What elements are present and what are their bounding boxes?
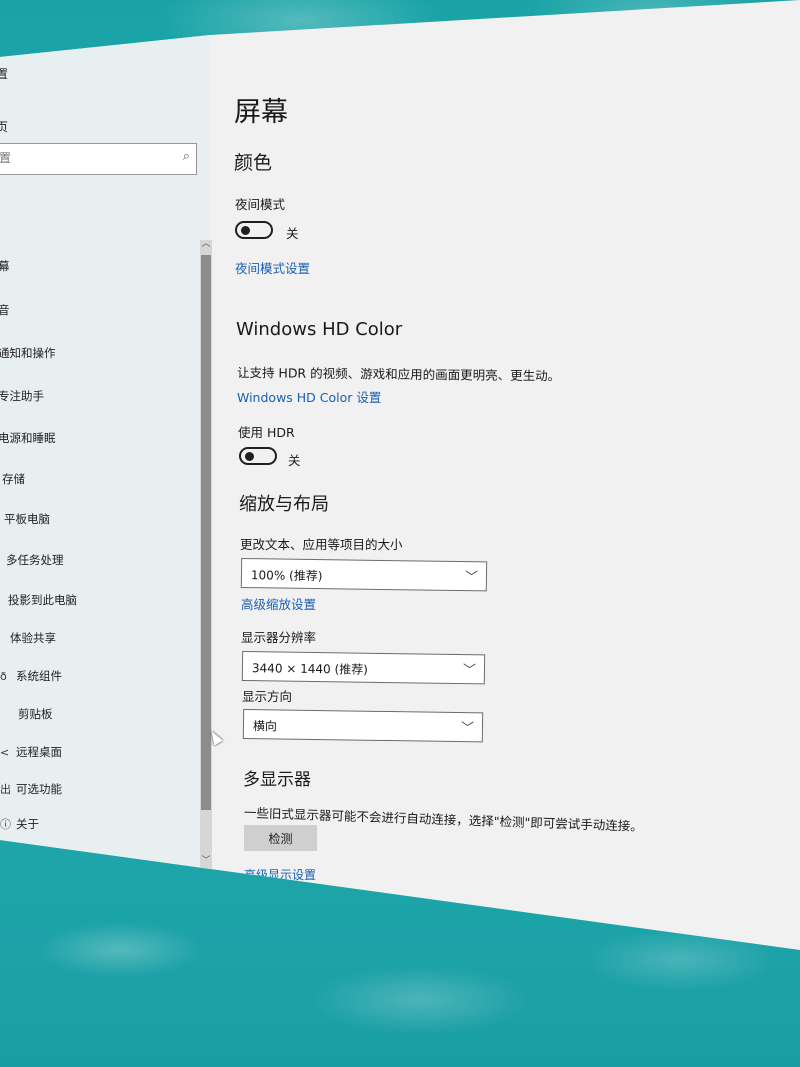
toggle-knob <box>245 452 254 461</box>
hdr-settings-link[interactable]: Windows HD Color 设置 <box>237 387 381 406</box>
orientation-value: 横向 <box>252 719 278 734</box>
toggle-knob <box>241 226 250 235</box>
advanced-scale-link[interactable]: 高级缩放设置 <box>241 594 316 613</box>
scale-label: 更改文本、应用等项目的大小 <box>240 537 403 552</box>
multi-display-heading: 多显示器 <box>243 770 311 790</box>
resolution-dropdown[interactable]: 3440 × 1440 (推荐) ﹀ <box>241 651 486 685</box>
night-mode-settings-link[interactable]: 夜间模式设置 <box>235 258 310 277</box>
orientation-dropdown[interactable]: 横向 ﹀ <box>242 709 484 743</box>
chevron-down-icon: ﹀ <box>460 721 475 737</box>
page-title: 屏幕 <box>234 97 288 128</box>
chevron-down-icon: ﹀ <box>464 570 479 586</box>
scale-heading: 缩放与布局 <box>239 494 329 515</box>
hdr-heading: Windows HD Color <box>236 319 403 340</box>
orientation-label: 显示方向 <box>242 689 293 704</box>
use-hdr-state: 关 <box>288 453 301 468</box>
use-hdr-label: 使用 HDR <box>238 425 295 440</box>
night-mode-toggle[interactable] <box>235 221 273 239</box>
night-mode-label: 夜间模式 <box>235 197 286 212</box>
night-mode-state: 关 <box>286 226 299 241</box>
detect-button[interactable]: 检测 <box>244 825 317 851</box>
color-heading: 颜色 <box>234 152 273 174</box>
resolution-label: 显示器分辨率 <box>241 630 317 645</box>
chevron-down-icon: ﹀ <box>462 663 477 679</box>
scale-dropdown[interactable]: 100% (推荐) ﹀ <box>240 558 488 592</box>
scale-value: 100% (推荐) <box>250 568 323 584</box>
use-hdr-toggle[interactable] <box>239 447 277 465</box>
hdr-description: 让支持 HDR 的视频、游戏和应用的画面更明亮、更生动。 <box>236 365 561 384</box>
resolution-value: 3440 × 1440 (推荐) <box>251 661 369 677</box>
